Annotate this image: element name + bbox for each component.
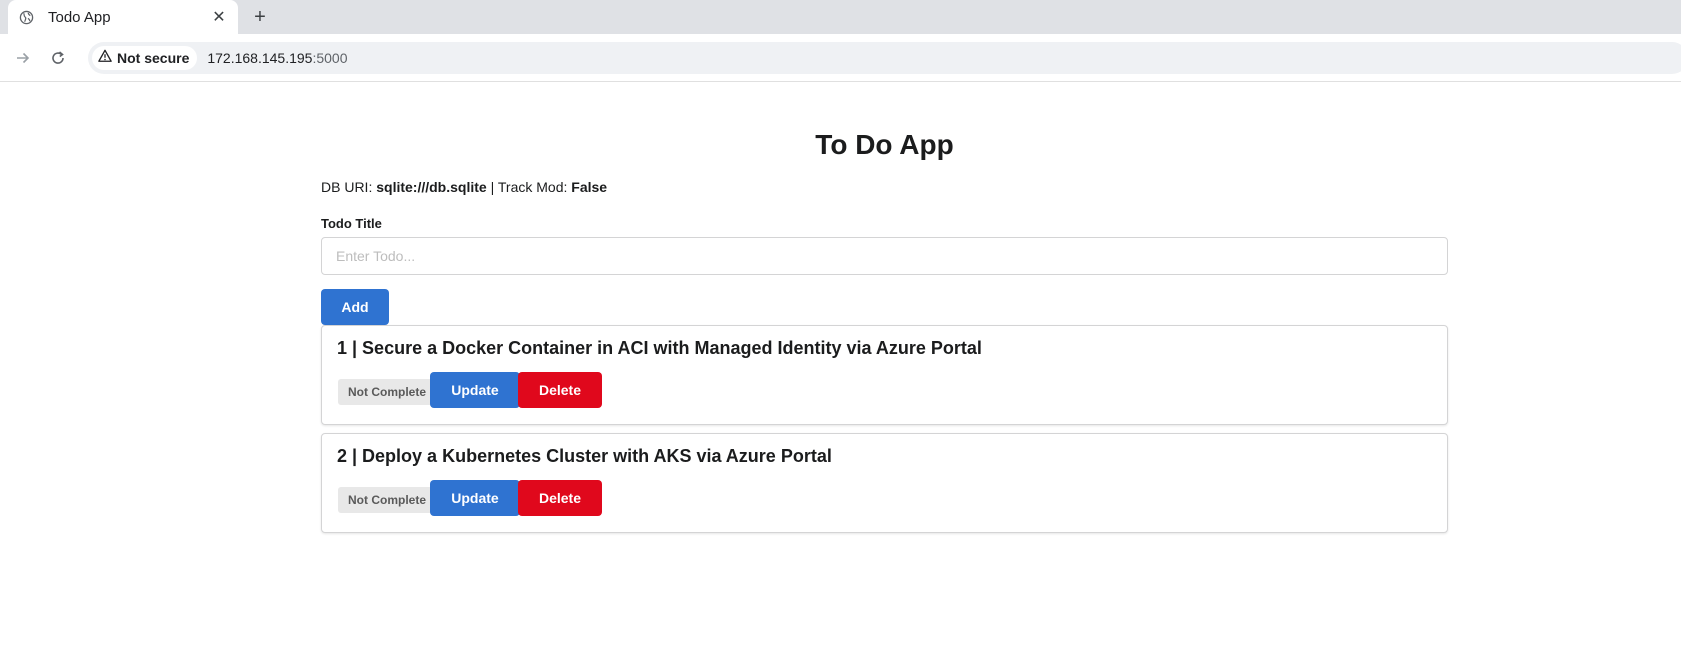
close-tab-icon[interactable]: ✕ xyxy=(210,8,228,26)
url-port: :5000 xyxy=(312,50,348,66)
todo-card: 1 | Secure a Docker Container in ACI wit… xyxy=(321,325,1448,425)
reload-icon[interactable] xyxy=(46,46,70,70)
todo-card: 2 | Deploy a Kubernetes Cluster with AKS… xyxy=(321,433,1448,533)
add-button[interactable]: Add xyxy=(321,289,389,325)
address-bar[interactable]: Not secure 172.168.145.195:5000 xyxy=(88,42,1681,74)
delete-button[interactable]: Delete xyxy=(518,480,602,516)
todo-title: 1 | Secure a Docker Container in ACI wit… xyxy=(337,338,982,358)
update-button[interactable]: Update xyxy=(430,480,520,516)
todo-title: 2 | Deploy a Kubernetes Cluster with AKS… xyxy=(337,446,832,466)
forward-arrow-icon[interactable] xyxy=(11,46,35,70)
delete-button[interactable]: Delete xyxy=(518,372,602,408)
track-mod-value: False xyxy=(571,179,608,195)
page-content: To Do App DB URI: sqlite:///db.sqlite | … xyxy=(0,83,1681,666)
url-text: 172.168.145.195:5000 xyxy=(207,50,347,66)
tab-strip: Todo App ✕ + xyxy=(0,0,1681,34)
todo-title-input[interactable] xyxy=(321,237,1448,275)
todo-title-label: Todo Title xyxy=(321,216,382,231)
page-title: To Do App xyxy=(815,129,954,160)
track-mod-label: Track Mod: xyxy=(497,179,568,195)
warning-icon xyxy=(98,49,112,68)
security-chip[interactable]: Not secure xyxy=(92,46,198,70)
tab-title: Todo App xyxy=(48,8,111,26)
status-badge: Not Complete xyxy=(338,379,436,405)
browser-toolbar: Not secure 172.168.145.195:5000 xyxy=(0,34,1681,82)
status-badge: Not Complete xyxy=(338,487,436,513)
config-info: DB URI: sqlite:///db.sqlite | Track Mod:… xyxy=(321,179,607,195)
url-host: 172.168.145.195 xyxy=(207,50,313,66)
browser-tab[interactable]: Todo App ✕ xyxy=(8,0,238,34)
separator: | xyxy=(490,179,495,195)
globe-icon xyxy=(18,9,34,25)
db-uri-label: DB URI: xyxy=(321,179,373,195)
security-label: Not secure xyxy=(117,50,190,66)
db-uri-value: sqlite:///db.sqlite xyxy=(376,179,487,195)
update-button[interactable]: Update xyxy=(430,372,520,408)
new-tab-button[interactable]: + xyxy=(249,6,271,28)
